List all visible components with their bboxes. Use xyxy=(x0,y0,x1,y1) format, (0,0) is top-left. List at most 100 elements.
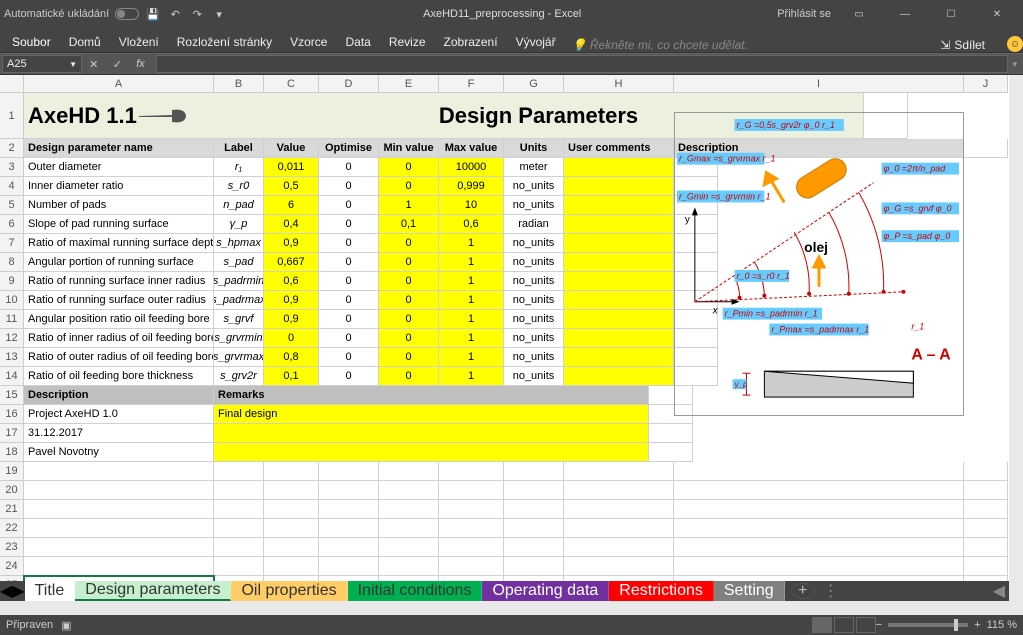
cell[interactable] xyxy=(214,519,264,538)
cell[interactable]: s_grvrmax xyxy=(214,348,264,367)
ribbon-tab-developer[interactable]: Vývojář xyxy=(514,32,558,52)
cell[interactable] xyxy=(564,310,674,329)
cell[interactable]: 0,667 xyxy=(264,253,319,272)
cell[interactable]: 10000 xyxy=(439,158,504,177)
row-header[interactable]: 20 xyxy=(0,481,24,500)
cell[interactable] xyxy=(24,538,214,557)
ribbon-tab-data[interactable]: Data xyxy=(343,32,372,52)
cell[interactable]: 10 xyxy=(439,196,504,215)
namebox-dropdown-icon[interactable]: ▼ xyxy=(69,60,77,69)
cell[interactable]: Project AxeHD 1.0 xyxy=(24,405,214,424)
cell[interactable]: 0 xyxy=(379,367,439,386)
cell[interactable]: 1 xyxy=(439,291,504,310)
cell[interactable]: s_grv2r xyxy=(214,367,264,386)
undo-icon[interactable]: ↶ xyxy=(167,6,183,22)
cell[interactable] xyxy=(564,519,674,538)
cell[interactable]: 0 xyxy=(379,158,439,177)
cell[interactable] xyxy=(379,519,439,538)
cell[interactable] xyxy=(214,424,649,443)
horizontal-scrollbar[interactable] xyxy=(0,601,1023,615)
cell[interactable] xyxy=(674,500,964,519)
vertical-scrollbar[interactable] xyxy=(1009,75,1023,601)
macro-record-icon[interactable]: ▣ xyxy=(61,619,71,632)
cell[interactable] xyxy=(214,443,649,462)
row-header[interactable]: 1 xyxy=(0,93,24,139)
cell[interactable]: 0,4 xyxy=(264,215,319,234)
row-header[interactable]: 5 xyxy=(0,196,24,215)
cell[interactable]: meter xyxy=(504,158,564,177)
col-header[interactable]: A xyxy=(24,75,214,93)
diagram-cell[interactable]: y x xyxy=(674,112,964,416)
cell[interactable]: no_units xyxy=(504,310,564,329)
cell[interactable] xyxy=(564,481,674,500)
close-icon[interactable]: ✕ xyxy=(979,0,1015,28)
cell[interactable]: 0 xyxy=(319,196,379,215)
cell[interactable]: 0 xyxy=(379,310,439,329)
cell[interactable] xyxy=(264,519,319,538)
cell[interactable]: s_grvf xyxy=(214,310,264,329)
zoom-level[interactable]: 115 % xyxy=(987,619,1017,631)
cell[interactable]: 0 xyxy=(319,158,379,177)
sheet-tab[interactable]: Initial conditions xyxy=(348,581,483,601)
cell[interactable] xyxy=(964,557,1008,576)
row-header[interactable]: 14 xyxy=(0,367,24,386)
row-header[interactable]: 21 xyxy=(0,500,24,519)
cell[interactable]: s_hpmax xyxy=(214,234,264,253)
cell[interactable]: 1 xyxy=(439,234,504,253)
hscroll-left-icon[interactable]: ◀ xyxy=(993,581,1005,601)
row-header[interactable]: 4 xyxy=(0,177,24,196)
cell[interactable]: Slope of pad running surface xyxy=(24,215,214,234)
cell[interactable] xyxy=(674,481,964,500)
cell[interactable] xyxy=(379,557,439,576)
cell[interactable]: s_padrmax xyxy=(214,291,264,310)
cell[interactable] xyxy=(564,367,674,386)
row-header[interactable]: 23 xyxy=(0,538,24,557)
tab-nav-next-icon[interactable]: ▶ xyxy=(12,581,24,601)
cell[interactable] xyxy=(24,519,214,538)
cell[interactable]: Outer diameter xyxy=(24,158,214,177)
cell[interactable]: 0 xyxy=(319,348,379,367)
row-header[interactable]: 17 xyxy=(0,424,24,443)
cell[interactable]: radian xyxy=(504,215,564,234)
cell[interactable] xyxy=(564,215,674,234)
row-header[interactable]: 12 xyxy=(0,329,24,348)
cell[interactable] xyxy=(319,538,379,557)
cell[interactable] xyxy=(24,557,214,576)
cell[interactable]: no_units xyxy=(504,291,564,310)
cell[interactable]: 0,9 xyxy=(264,234,319,253)
cell[interactable]: Description xyxy=(24,386,214,405)
cell[interactable]: 0 xyxy=(319,291,379,310)
zoom-in-icon[interactable]: + xyxy=(974,619,980,631)
view-pagebreak-icon[interactable] xyxy=(856,617,876,633)
cell[interactable] xyxy=(564,196,674,215)
cell[interactable]: 0 xyxy=(379,291,439,310)
cell[interactable] xyxy=(964,462,1008,481)
cell[interactable] xyxy=(24,481,214,500)
cell[interactable]: n_pad xyxy=(214,196,264,215)
col-header[interactable]: C xyxy=(264,75,319,93)
name-box[interactable]: A25 ▼ xyxy=(2,55,82,73)
cell[interactable]: 0 xyxy=(319,367,379,386)
save-icon[interactable]: 💾 xyxy=(145,6,161,22)
cell[interactable] xyxy=(674,557,964,576)
cell[interactable]: 0,8 xyxy=(264,348,319,367)
cell[interactable]: 6 xyxy=(264,196,319,215)
cell[interactable]: 0,5 xyxy=(264,177,319,196)
cell[interactable] xyxy=(564,348,674,367)
row-header[interactable]: 9 xyxy=(0,272,24,291)
cell[interactable] xyxy=(649,443,693,462)
cell[interactable] xyxy=(379,538,439,557)
formula-input[interactable] xyxy=(156,55,1008,73)
cell[interactable] xyxy=(319,462,379,481)
row-header[interactable]: 11 xyxy=(0,310,24,329)
cell[interactable] xyxy=(674,462,964,481)
col-header[interactable]: G xyxy=(504,75,564,93)
cell[interactable] xyxy=(504,519,564,538)
cell[interactable] xyxy=(504,481,564,500)
cell[interactable] xyxy=(964,519,1008,538)
row-header[interactable]: 3 xyxy=(0,158,24,177)
row-header[interactable]: 22 xyxy=(0,519,24,538)
cell[interactable]: γ_p xyxy=(214,215,264,234)
cell[interactable]: no_units xyxy=(504,234,564,253)
cell[interactable] xyxy=(214,500,264,519)
